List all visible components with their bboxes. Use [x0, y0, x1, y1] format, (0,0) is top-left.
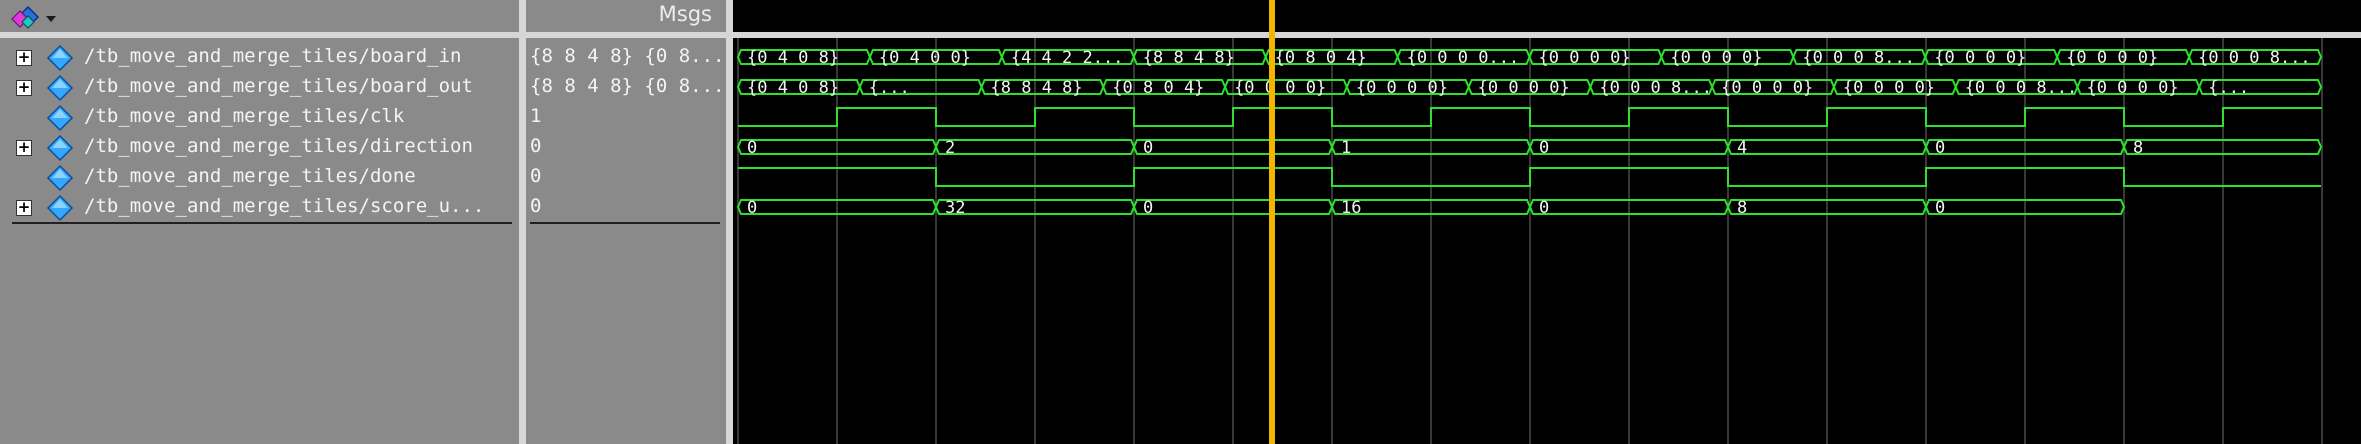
score-update-wave-value-label: 0 — [1539, 198, 1549, 218]
signal-names-pane: + /tb_move_and_merge_tiles/board_in + /tb_m… — [0, 0, 519, 444]
signal-value-clk: 1 — [530, 105, 542, 127]
board-in-wave-value-label: {0 0 0 0} — [2066, 48, 2158, 68]
msgs-header-label: Msgs — [658, 2, 712, 26]
score-update-wave-value-label: 32 — [945, 198, 965, 218]
board-out-wave-value-label: {8 8 4 8} — [991, 78, 1083, 98]
signal-row-board-in[interactable]: + /tb_move_and_merge_tiles/board_in — [0, 42, 519, 72]
board-in-wave-value-label: {0 4 0 0} — [879, 48, 971, 68]
signal-row-score-u[interactable]: + /tb_move_and_merge_tiles/score_u... — [0, 192, 519, 222]
names-header — [0, 0, 519, 32]
waveform-pane[interactable]: {0 4 0 8} {0 4 0 0} {4 4 2 2... {8 8 4 8} {0… — [733, 0, 2361, 444]
pane-splitter-names-values[interactable] — [519, 0, 526, 444]
direction-wave-value-label: 2 — [945, 138, 955, 158]
pane-splitter-values-waves[interactable] — [726, 0, 733, 444]
board-out-wave-value-label: {0 0 0 0} — [1234, 78, 1326, 98]
score-update-wave-value-label: 0 — [1935, 198, 1945, 218]
waveform-canvas[interactable]: {0 4 0 8} {0 4 0 0} {4 4 2 2... {8 8 4 8} {0… — [733, 0, 2361, 444]
expand-plus-icon[interactable]: + — [16, 50, 32, 66]
score-update-wave-value-label: 0 — [1143, 198, 1153, 218]
direction-wave-value-label: 0 — [1935, 138, 1945, 158]
direction-wave-value-label: 4 — [1737, 138, 1747, 158]
direction-wave-value-label: 1 — [1341, 138, 1351, 158]
board-out-wave-value-label: {... — [869, 78, 910, 98]
board-out-wave-value-label: {0 0 0 0} — [2086, 78, 2178, 98]
board-in-wave-value-label: {0 8 0 4} — [1275, 48, 1367, 68]
time-cursor — [1269, 0, 1275, 444]
board-out-wave-value-label: {0 0 0 0} — [1843, 78, 1935, 98]
direction-wave-value-label: 8 — [2133, 138, 2143, 158]
expand-plus-icon[interactable]: + — [16, 80, 32, 96]
score-update-wave-value-label: 0 — [747, 198, 757, 218]
signal-values-pane: Msgs {8 8 4 8} {0 8... {8 8 4 8} {0 8... 1… — [526, 0, 726, 444]
board-in-wave-value-label: {4 4 2 2... — [1011, 48, 1124, 68]
board-out-wave-value-label: {... — [2208, 78, 2249, 98]
board-out-wave-value-label: {0 0 0 0} — [1478, 78, 1570, 98]
values-header: Msgs — [526, 0, 726, 32]
board-in-wave-value-label: {8 8 4 8} — [1143, 48, 1235, 68]
expand-plus-icon[interactable]: + — [16, 200, 32, 216]
names-header-divider — [0, 32, 519, 38]
done-wave — [738, 167, 2321, 187]
direction-wave-value-label: 0 — [747, 138, 757, 158]
wave-tool-icon[interactable] — [8, 4, 58, 30]
values-insert-marker — [530, 222, 720, 224]
board-in-wave-value-label: {0 0 0 8... — [1802, 48, 1915, 68]
score-update-wave-value-label: 8 — [1737, 198, 1747, 218]
board-out-wave-value-label: {0 0 0 8... — [1599, 78, 1712, 98]
board-in-wave-value-label: {0 0 0 0} — [1670, 48, 1762, 68]
expand-plus-icon[interactable]: + — [16, 140, 32, 156]
signal-diamond-icon — [46, 194, 74, 222]
signal-name-label: /tb_move_and_merge_tiles/score_u... — [84, 195, 485, 217]
signal-value-score-u: 0 — [530, 195, 542, 217]
signal-diamond-icon — [46, 74, 74, 102]
signal-value-done: 0 — [530, 165, 542, 187]
signal-name-label: /tb_move_and_merge_tiles/clk — [84, 105, 405, 127]
signal-value-board-out: {8 8 4 8} {0 8... — [530, 75, 725, 97]
direction-wave-value-label: 0 — [1539, 138, 1549, 158]
board-in-wave-value-label: {0 0 0 0} — [1539, 48, 1631, 68]
score-update-wave-value-label: 16 — [1341, 198, 1361, 218]
signal-row-clk[interactable]: /tb_move_and_merge_tiles/clk — [0, 102, 519, 132]
signal-diamond-icon — [46, 134, 74, 162]
signal-name-label: /tb_move_and_merge_tiles/direction — [84, 135, 473, 157]
signal-row-done[interactable]: /tb_move_and_merge_tiles/done — [0, 162, 519, 192]
board-out-wave-value-label: {0 8 0 4} — [1112, 78, 1204, 98]
signal-row-board-out[interactable]: + /tb_move_and_merge_tiles/board_out — [0, 72, 519, 102]
board-in-wave-value-label: {0 4 0 8} — [747, 48, 839, 68]
board-out-wave-value-label: {0 0 0 0} — [1721, 78, 1813, 98]
board-out-wave-value-label: {0 4 0 8} — [747, 78, 839, 98]
direction-wave-value-label: 0 — [1143, 138, 1153, 158]
signal-row-direction[interactable]: + /tb_move_and_merge_tiles/direction — [0, 132, 519, 162]
signal-name-label: /tb_move_and_merge_tiles/board_in — [84, 45, 462, 67]
signal-value-direction: 0 — [530, 135, 542, 157]
signal-diamond-icon — [46, 44, 74, 72]
signal-name-label: /tb_move_and_merge_tiles/done — [84, 165, 416, 187]
values-header-divider — [526, 32, 726, 38]
signal-list-insert-marker — [12, 222, 512, 224]
signal-diamond-icon — [46, 164, 74, 192]
board-out-wave-value-label: {0 0 0 8... — [1965, 78, 2078, 98]
signal-diamond-icon — [46, 104, 74, 132]
signal-value-board-in: {8 8 4 8} {0 8... — [530, 45, 725, 67]
board-in-wave-value-label: {0 0 0 0... — [1407, 48, 1520, 68]
board-out-wave-value-label: {0 0 0 0} — [1356, 78, 1448, 98]
board-in-wave-value-label: {0 0 0 8... — [2198, 48, 2311, 68]
clk-wave — [738, 107, 2322, 127]
board-in-wave-value-label: {0 0 0 0} — [1934, 48, 2026, 68]
signal-name-label: /tb_move_and_merge_tiles/board_out — [84, 75, 473, 97]
